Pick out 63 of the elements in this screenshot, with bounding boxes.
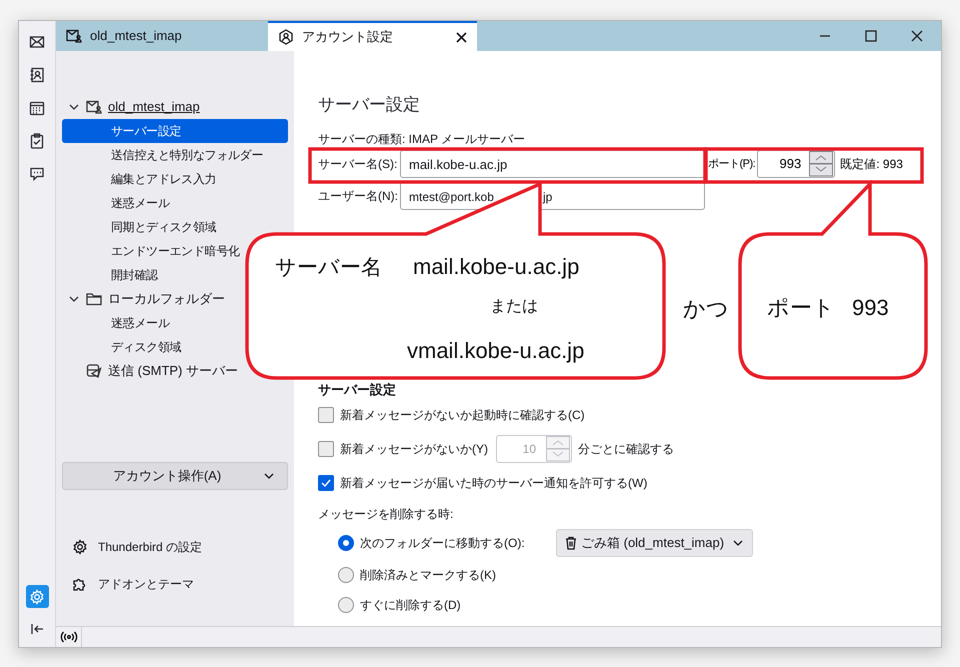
field-label: ポート(P):: [708, 156, 756, 172]
folder-icon: [86, 291, 102, 307]
close-icon[interactable]: [455, 31, 467, 43]
radio-label: 次のフォルダーに移動する(O):: [360, 535, 526, 552]
field-label: サーバー名(S):: [318, 156, 398, 173]
collapse-icon[interactable]: [29, 621, 45, 637]
radio-button[interactable]: [338, 597, 354, 613]
radio-button[interactable]: [338, 535, 354, 551]
tab[interactable]: old_mtest_imap: [56, 21, 268, 51]
server-type: サーバーの種類: IMAP メールサーバー: [318, 131, 526, 146]
tree-item[interactable]: 迷惑メール: [62, 311, 170, 335]
checkbox[interactable]: [318, 407, 334, 423]
radio-label: すぐに削除する(D): [360, 597, 462, 614]
checkbox-label: 新着メッセージが届いた時のサーバー通知を許可する(W): [340, 475, 648, 492]
callout-text: サーバー名: [275, 255, 382, 281]
checkbox-label: 新着メッセージがないか起動時に確認する(C): [340, 407, 585, 424]
tree-item[interactable]: ディスク領域: [62, 335, 182, 359]
page-title: サーバー設定: [318, 94, 421, 116]
section-heading: サーバー設定: [318, 381, 397, 398]
mail-account-icon: [66, 28, 82, 44]
checkbox-label: 新着メッセージがないか(Y): [340, 441, 488, 458]
tree-item[interactable]: 送信控えと特別なフォルダー: [62, 143, 264, 167]
close-icon[interactable]: [910, 29, 924, 43]
callout-text: ポート: [767, 294, 835, 322]
account-actions-button[interactable]: アカウント操作(A): [62, 462, 288, 490]
checkbox[interactable]: [318, 475, 334, 491]
outbox-icon: [86, 363, 102, 379]
tab-label: old_mtest_imap: [90, 27, 183, 46]
server-name-field[interactable]: mail.kobe-u.ac.jp: [400, 150, 705, 178]
spinner-arrows-icon[interactable]: [809, 151, 834, 177]
tree-item[interactable]: 送信 (SMTP) サーバー: [108, 361, 238, 381]
callout-text: かつ: [683, 295, 729, 323]
gear-icon: [72, 538, 88, 554]
callout-text: または: [490, 297, 538, 317]
group-label: メッセージを削除する時:: [318, 506, 454, 523]
tree-item[interactable]: エンドツーエンド暗号化: [62, 239, 240, 263]
tree-item[interactable]: 編集とアドレス入力: [62, 167, 216, 191]
tree-item[interactable]: ローカルフォルダー: [108, 289, 225, 309]
interval-suffix: 分ごとに確認する: [578, 441, 674, 458]
sidebar-link[interactable]: アドオンとテーマ: [98, 574, 194, 592]
field-label: ユーザー名(N):: [318, 188, 399, 205]
tab[interactable]: アカウント設定: [268, 21, 477, 51]
default-port: 既定値: 993: [840, 156, 903, 173]
account-icon: [278, 29, 294, 45]
radio-button[interactable]: [338, 567, 354, 583]
tree-item[interactable]: 迷惑メール: [62, 191, 170, 215]
radio-label: 削除済みとマークする(K): [360, 567, 497, 584]
mail-account-icon: [86, 99, 102, 115]
maximize-icon[interactable]: [864, 29, 878, 43]
tree-item[interactable]: old_mtest_imap: [108, 97, 200, 117]
tree-item[interactable]: サーバー設定: [62, 119, 288, 143]
callout-text: mail.kobe-u.ac.jp: [413, 253, 580, 281]
sidebar-link[interactable]: Thunderbird の設定: [98, 538, 202, 556]
callout-text: vmail.kobe-u.ac.jp: [407, 337, 584, 365]
settings-icon[interactable]: [26, 585, 48, 608]
tree-item[interactable]: 開封確認: [62, 263, 158, 287]
trash-icon: [565, 536, 577, 550]
tree-item[interactable]: 同期とディスク領域: [62, 215, 216, 239]
callout-text: 993: [852, 294, 889, 322]
folder-dropdown[interactable]: ごみ箱 (old_mtest_imap): [556, 529, 754, 557]
tab-label: アカウント設定: [302, 28, 394, 46]
port-spinner[interactable]: 993: [757, 150, 836, 178]
checkbox[interactable]: [318, 441, 334, 457]
